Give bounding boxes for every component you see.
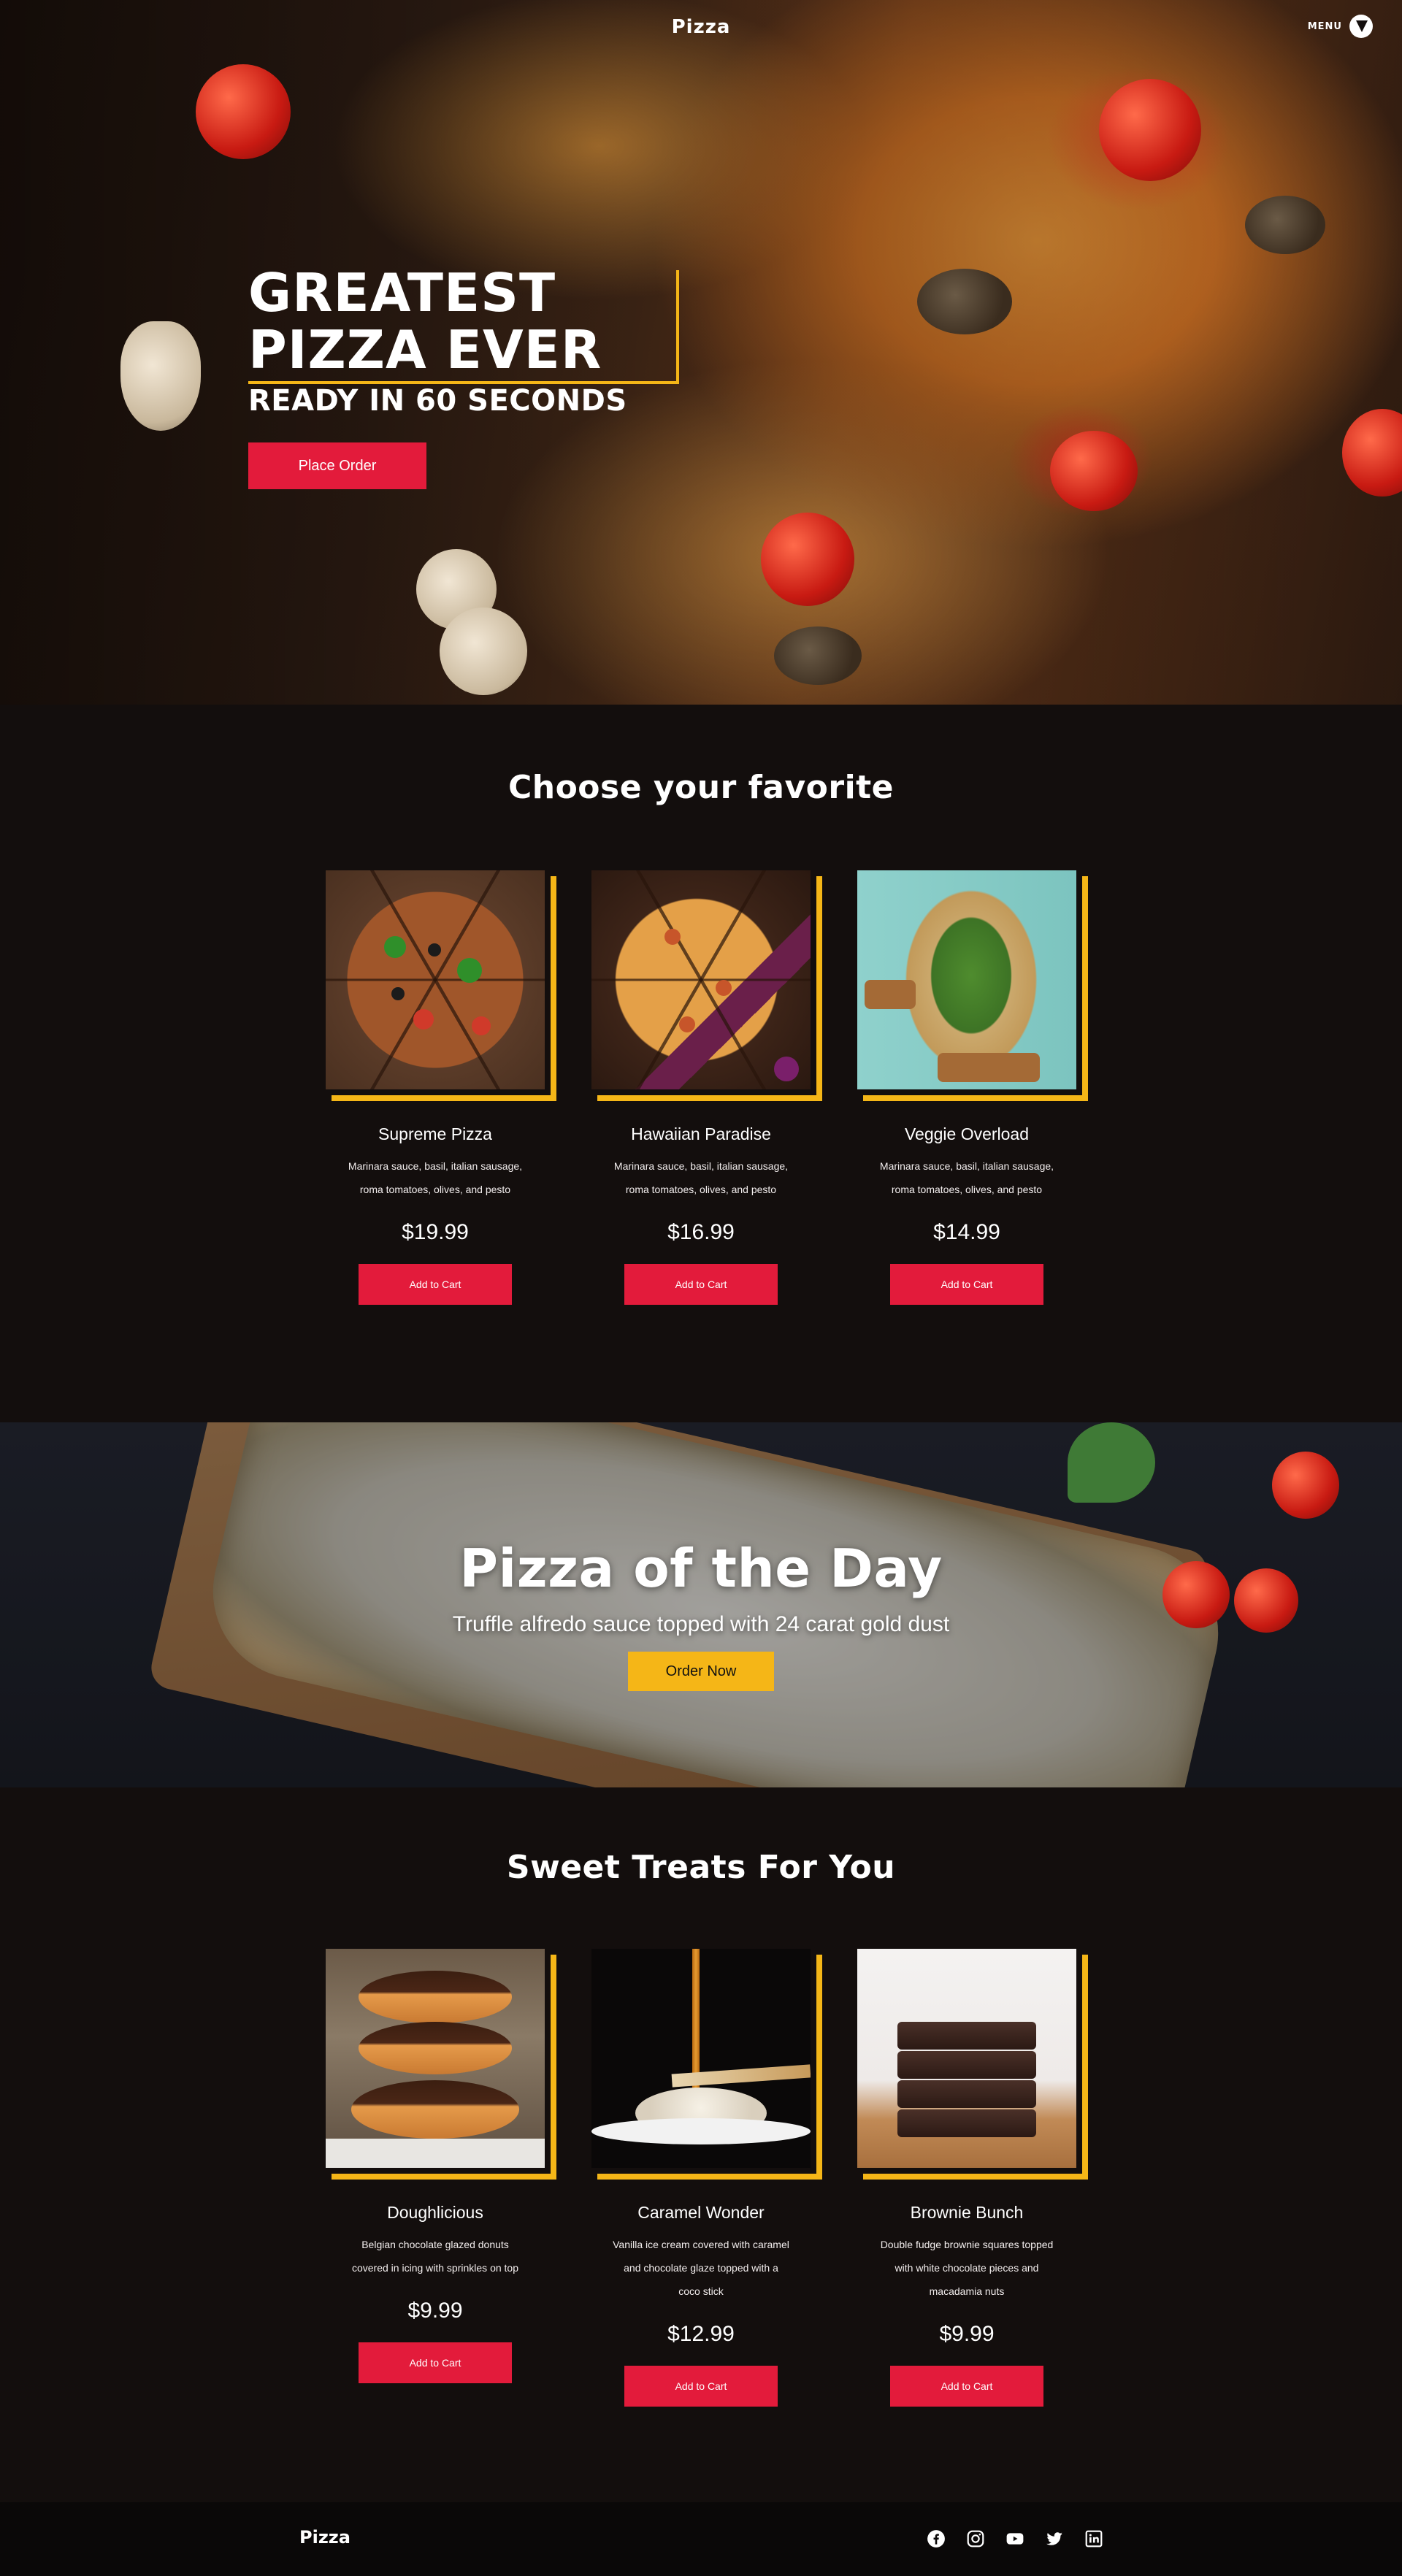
ice-cream-image (591, 1949, 811, 2168)
product-description: Vanilla ice cream covered with caramel a… (613, 2239, 789, 2297)
garlic-decoration (120, 321, 201, 431)
product-name: Veggie Overload (904, 1124, 1030, 1143)
hero-title: GREATEST PIZZA EVER (248, 262, 602, 380)
product-name: Hawaiian Paradise (631, 1124, 771, 1143)
product-card: Veggie Overload Marinara sauce, basil, i… (857, 870, 1088, 1305)
tomato-decoration (1272, 1452, 1339, 1519)
brownies-image (857, 1949, 1076, 2168)
product-name: Brownie Bunch (910, 2203, 1024, 2222)
hero-subtitle: READY IN 60 SECONDS (248, 384, 627, 418)
add-to-cart-button[interactable]: Add to Cart (359, 1264, 512, 1305)
product-name: Supreme Pizza (378, 1124, 492, 1143)
tomato-decoration (196, 64, 291, 159)
treats-list: Doughlicious Belgian chocolate glazed do… (0, 1949, 1402, 2407)
product-image[interactable] (857, 1949, 1088, 2180)
add-to-cart-button[interactable]: Add to Cart (624, 1264, 778, 1305)
product-price: $16.99 (667, 1220, 735, 1244)
social-links (926, 2529, 1104, 2549)
product-card: Hawaiian Paradise Marinara sauce, basil,… (591, 870, 822, 1305)
product-name: Doughlicious (387, 2203, 483, 2222)
mushroom-decoration (440, 607, 527, 695)
hero-section: Pizza MENU GREATEST PIZZA EVER READY IN … (0, 0, 1402, 705)
linkedin-icon[interactable] (1084, 2529, 1104, 2549)
supreme-pizza-image (326, 870, 545, 1089)
site-logo[interactable]: Pizza (0, 16, 1402, 38)
product-card: Caramel Wonder Vanilla ice cream covered… (591, 1949, 822, 2407)
treats-section: Sweet Treats For You Doughlicious Belgia… (0, 1787, 1402, 2502)
menu-label: MENU (1307, 20, 1342, 32)
treats-title: Sweet Treats For You (506, 1849, 896, 1886)
tomato-decoration (761, 513, 854, 606)
add-to-cart-button[interactable]: Add to Cart (890, 2366, 1043, 2407)
footer: Pizza (0, 2502, 1402, 2576)
hawaiian-pizza-image (591, 870, 811, 1089)
mushroom-topping (774, 626, 862, 685)
product-description: Double fudge brownie squares topped with… (880, 2239, 1054, 2297)
order-now-button[interactable]: Order Now (628, 1652, 774, 1691)
product-image[interactable] (591, 1949, 822, 2180)
product-card: Brownie Bunch Double fudge brownie squar… (857, 1949, 1088, 2407)
twitter-icon[interactable] (1044, 2529, 1065, 2549)
footer-logo[interactable]: Pizza (299, 2527, 350, 2548)
favorites-section: Choose your favorite Supreme Pizza Marin… (0, 705, 1402, 1422)
youtube-icon[interactable] (1005, 2529, 1025, 2549)
product-description: Marinara sauce, basil, italian sausage, … (348, 1160, 523, 1195)
basil-leaf-decoration (1068, 1422, 1155, 1503)
product-image[interactable] (326, 1949, 556, 2180)
product-description: Marinara sauce, basil, italian sausage, … (613, 1160, 789, 1195)
product-price: $12.99 (667, 2322, 735, 2346)
add-to-cart-button[interactable]: Add to Cart (890, 1264, 1043, 1305)
pizza-of-the-day-subtitle: Truffle alfredo sauce topped with 24 car… (452, 1612, 950, 1636)
place-order-button[interactable]: Place Order (248, 442, 426, 489)
hero-content: GREATEST PIZZA EVER READY IN 60 SECONDS … (248, 262, 679, 489)
menu-button[interactable]: MENU (1308, 15, 1373, 38)
instagram-icon[interactable] (965, 2529, 986, 2549)
product-description: Belgian chocolate glazed donuts covered … (351, 2239, 518, 2274)
pizza-slice-icon (1349, 15, 1373, 38)
tomato-decoration (1050, 431, 1138, 511)
veggie-pizza-image (857, 870, 1076, 1089)
product-card: Supreme Pizza Marinara sauce, basil, ita… (326, 870, 556, 1305)
mushroom-topping (1245, 196, 1325, 254)
pizza-of-the-day-section: Pizza of the Day Truffle alfredo sauce t… (0, 1422, 1402, 1787)
product-price: $19.99 (402, 1220, 469, 1244)
facebook-icon[interactable] (926, 2529, 946, 2549)
tomato-decoration (1099, 79, 1201, 181)
product-price: $9.99 (939, 2322, 995, 2346)
favorites-title: Choose your favorite (507, 769, 895, 806)
product-name: Caramel Wonder (637, 2203, 765, 2222)
product-card: Doughlicious Belgian chocolate glazed do… (326, 1949, 556, 2407)
mushroom-topping (917, 269, 1012, 334)
product-image[interactable] (326, 870, 556, 1101)
pizza-of-the-day-title: Pizza of the Day (459, 1538, 943, 1599)
pizza-of-the-day-content: Pizza of the Day Truffle alfredo sauce t… (0, 1538, 1402, 1691)
product-image[interactable] (857, 870, 1088, 1101)
product-description: Marinara sauce, basil, italian sausage, … (879, 1160, 1054, 1195)
product-price: $9.99 (407, 2299, 463, 2323)
product-image[interactable] (591, 870, 822, 1101)
favorites-list: Supreme Pizza Marinara sauce, basil, ita… (0, 870, 1402, 1305)
product-price: $14.99 (933, 1220, 1000, 1244)
donuts-image (326, 1949, 545, 2168)
tomato-decoration (1342, 409, 1402, 497)
add-to-cart-button[interactable]: Add to Cart (624, 2366, 778, 2407)
add-to-cart-button[interactable]: Add to Cart (359, 2342, 512, 2383)
